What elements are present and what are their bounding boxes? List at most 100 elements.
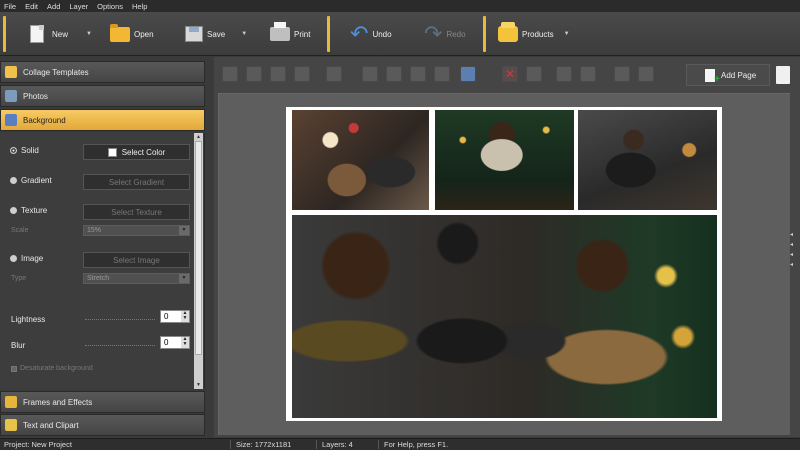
solid-label: Solid — [21, 146, 39, 155]
checkbox-box[interactable] — [11, 365, 17, 372]
new-document-icon — [30, 25, 44, 43]
status-layers: Layers: 4 — [322, 440, 353, 449]
desaturate-checkbox[interactable]: Desaturate background — [11, 365, 93, 372]
layout-icon[interactable] — [460, 66, 476, 82]
ribbon-separator — [327, 16, 330, 52]
ribbon-toolbar: New ▼ Open Save ▼ Print ↶ Undo ↷ Redo Pr… — [0, 12, 800, 56]
section-label: Background — [23, 115, 66, 125]
menu-file[interactable]: File — [4, 2, 16, 11]
section-label: Collage Templates — [23, 67, 89, 77]
new-label: New — [52, 29, 69, 39]
photo-slot-1[interactable] — [292, 110, 429, 210]
save-icon — [185, 26, 203, 42]
blur-slider[interactable] — [85, 345, 155, 346]
select-gradient-button[interactable]: Select Gradient — [83, 174, 190, 190]
type-dropdown[interactable]: Stretch ▼ — [83, 273, 190, 284]
undo-button[interactable]: ↶ Undo — [350, 12, 392, 56]
side-ruler-marks: ◂ ◂ ◂ ◂ — [790, 232, 794, 268]
section-background[interactable]: Background — [0, 109, 205, 131]
flip-left-icon[interactable] — [362, 66, 378, 82]
delete-icon[interactable]: ✕ — [502, 66, 518, 82]
status-help: For Help, press F1. — [384, 440, 449, 449]
desaturate-label: Desaturate background — [20, 365, 93, 372]
redo-button[interactable]: ↷ Redo — [424, 12, 466, 56]
print-label: Print — [294, 29, 311, 39]
section-collage-templates[interactable]: Collage Templates — [0, 61, 205, 83]
add-page-button[interactable]: Add Page — [686, 64, 770, 86]
collage-sheet[interactable] — [286, 107, 722, 421]
section-text-clipart[interactable]: Text and Clipart — [0, 414, 205, 436]
status-divider — [316, 440, 317, 449]
texture-label: Texture — [21, 206, 48, 215]
ribbon-separator — [3, 16, 6, 52]
blur-label: Blur — [11, 341, 26, 350]
send-backward-icon[interactable] — [270, 66, 286, 82]
blur-spinner[interactable]: 0 ▲ ▼ — [160, 336, 190, 349]
image-radio[interactable] — [10, 255, 17, 262]
gear-icon[interactable] — [614, 66, 630, 82]
menu-add[interactable]: Add — [47, 2, 60, 11]
new-button[interactable]: New ▼ — [30, 12, 92, 56]
lightness-spinner[interactable]: 0 ▲ ▼ — [160, 310, 190, 323]
scale-dropdown[interactable]: 15% ▼ — [83, 225, 190, 236]
left-panel: Collage Templates Photos Background Soli… — [0, 57, 205, 437]
redo-arrow-icon: ↷ — [424, 21, 443, 46]
menu-options[interactable]: Options — [97, 2, 123, 11]
gradient-radio[interactable] — [10, 177, 17, 184]
page-icon[interactable] — [776, 66, 790, 84]
section-photos[interactable]: Photos — [0, 85, 205, 107]
open-label: Open — [134, 29, 154, 39]
distribute-icon[interactable] — [434, 66, 450, 82]
spinner-arrows-icon[interactable]: ▲ ▼ — [181, 337, 189, 348]
image-label: Image — [21, 254, 44, 263]
photo-slot-3[interactable] — [578, 110, 717, 210]
menu-edit[interactable]: Edit — [25, 2, 38, 11]
scroll-thumb[interactable] — [195, 141, 202, 355]
bring-front-icon[interactable] — [222, 66, 238, 82]
save-button[interactable]: Save ▼ — [185, 12, 247, 56]
texture-radio[interactable] — [10, 207, 17, 214]
chevron-down-icon[interactable]: ▼ — [241, 31, 247, 37]
select-texture-button[interactable]: Select Texture — [83, 204, 190, 220]
flip-center-icon[interactable] — [386, 66, 402, 82]
image-option[interactable]: Image — [10, 254, 43, 263]
photo-slot-4[interactable] — [292, 215, 717, 418]
flip-right-icon[interactable] — [410, 66, 426, 82]
lightness-slider[interactable] — [85, 319, 155, 320]
lock-icon[interactable] — [638, 66, 654, 82]
products-box-icon — [498, 22, 518, 42]
lightness-label: Lightness — [11, 315, 46, 324]
photo-slot-2[interactable] — [435, 110, 574, 210]
scale-label: Scale — [11, 227, 29, 234]
scroll-down-icon[interactable]: ▼ — [194, 381, 203, 389]
print-button[interactable]: Print — [270, 12, 310, 56]
bring-forward-icon[interactable] — [246, 66, 262, 82]
frame-icon — [5, 396, 17, 408]
status-divider — [230, 440, 231, 449]
panel-scrollbar[interactable]: ▲ ▼ — [194, 133, 203, 389]
hand-icon[interactable] — [556, 66, 572, 82]
section-frames-effects[interactable]: Frames and Effects — [0, 391, 205, 413]
ribbon-separator — [483, 16, 486, 52]
solid-radio[interactable] — [10, 147, 17, 154]
crop-icon[interactable] — [526, 66, 542, 82]
texture-option[interactable]: Texture — [10, 206, 47, 215]
menu-layer[interactable]: Layer — [69, 2, 88, 11]
star-icon — [5, 66, 17, 78]
chevron-down-icon[interactable]: ▼ — [86, 31, 92, 37]
gradient-option[interactable]: Gradient — [10, 176, 52, 185]
products-button[interactable]: Products ▼ — [498, 12, 570, 56]
open-button[interactable]: Open — [110, 12, 154, 56]
send-back-icon[interactable] — [294, 66, 310, 82]
resize-icon[interactable] — [580, 66, 596, 82]
menu-help[interactable]: Help — [132, 2, 147, 11]
scroll-up-icon[interactable]: ▲ — [194, 133, 203, 141]
spinner-arrows-icon[interactable]: ▲ ▼ — [181, 311, 189, 322]
select-color-button[interactable]: Select Color — [83, 144, 190, 160]
chevron-down-icon[interactable]: ▼ — [564, 31, 570, 37]
type-label: Type — [11, 275, 27, 282]
chevron-down-icon: ▼ — [179, 274, 189, 283]
align-icon[interactable] — [326, 66, 342, 82]
solid-option[interactable]: Solid — [10, 146, 39, 155]
select-image-button[interactable]: Select Image — [83, 252, 190, 268]
